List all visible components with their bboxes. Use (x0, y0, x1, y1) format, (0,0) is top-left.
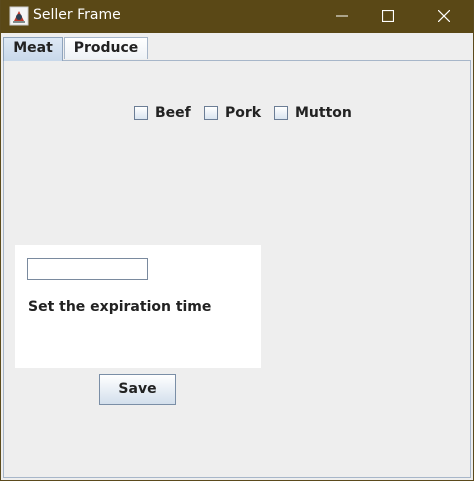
beef-checkbox[interactable]: Beef (134, 104, 191, 122)
mutton-checkbox-label: Mutton (295, 105, 352, 121)
maximize-button[interactable] (365, 0, 411, 33)
window-title: Seller Frame (33, 7, 121, 23)
java-app-icon (9, 6, 29, 26)
pork-checkbox-box[interactable] (204, 106, 218, 120)
expiration-label: Set the expiration time (28, 299, 212, 315)
mutton-checkbox-box[interactable] (274, 106, 288, 120)
minimize-button[interactable] (319, 0, 365, 33)
close-icon (438, 10, 450, 22)
expiration-time-input[interactable] (27, 258, 148, 280)
save-button[interactable]: Save (99, 374, 176, 405)
beef-checkbox-label: Beef (155, 105, 191, 121)
title-bar[interactable]: Seller Frame (1, 0, 473, 33)
tab-produce[interactable]: Produce (64, 37, 148, 59)
pork-checkbox-label: Pork (225, 105, 262, 121)
minimize-icon (336, 15, 348, 17)
beef-checkbox-box[interactable] (134, 106, 148, 120)
meat-tab-panel: Beef Pork Mutton Set the expiration time… (3, 60, 471, 478)
pork-checkbox[interactable]: Pork (204, 104, 261, 122)
maximize-icon (382, 10, 394, 22)
expiration-panel: Set the expiration time (15, 245, 261, 368)
mutton-checkbox[interactable]: Mutton (274, 104, 352, 122)
tab-meat[interactable]: Meat (3, 37, 63, 61)
seller-frame-window: Seller Frame Meat Produce Beef Pork Mutt… (0, 0, 474, 481)
close-button[interactable] (421, 0, 467, 33)
content-pane: Meat Produce Beef Pork Mutton Set the ex… (1, 33, 473, 480)
